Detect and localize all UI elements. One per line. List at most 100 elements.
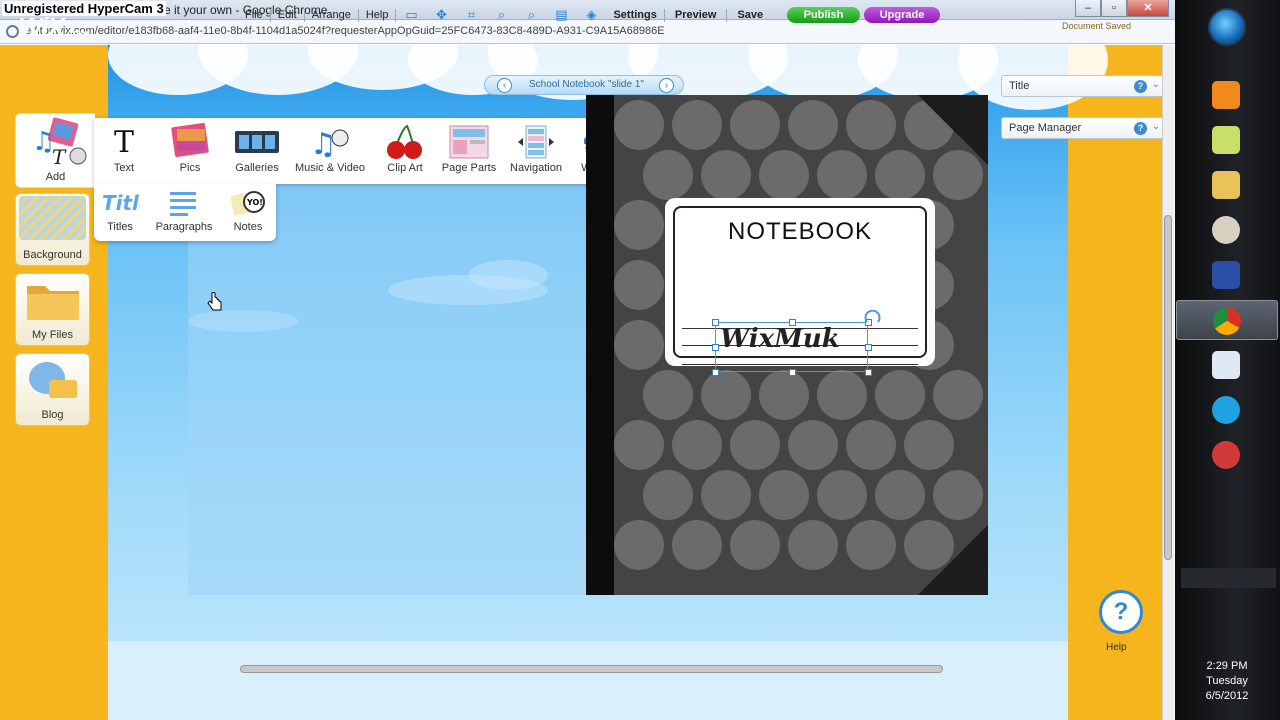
background-icon bbox=[19, 196, 86, 240]
resize-handle[interactable] bbox=[865, 344, 872, 351]
paragraphs-icon bbox=[170, 192, 196, 216]
comment-icon[interactable]: ▭ bbox=[403, 8, 419, 22]
hand-cursor-icon bbox=[207, 292, 222, 311]
record-icon bbox=[1212, 441, 1240, 469]
horizontal-scrollbar[interactable] bbox=[240, 665, 943, 673]
menu-edit[interactable]: Edit bbox=[271, 9, 304, 21]
resize-handle[interactable] bbox=[712, 319, 719, 326]
vertical-scrollbar[interactable] bbox=[1164, 215, 1172, 560]
help-label: Help bbox=[1106, 642, 1127, 653]
maximize-button[interactable]: ▫ bbox=[1101, 0, 1127, 17]
add-clip-art-item[interactable]: Clip Art bbox=[382, 122, 428, 174]
add-music-video-label: Music & Video bbox=[294, 162, 366, 174]
next-page-button[interactable]: › bbox=[659, 78, 674, 93]
resize-handle[interactable] bbox=[789, 319, 796, 326]
resize-handle[interactable] bbox=[712, 369, 719, 376]
close-button[interactable]: ✕ bbox=[1127, 0, 1169, 17]
add-music-video-item[interactable]: ♫ Music & Video bbox=[292, 122, 368, 174]
menu-help[interactable]: Help bbox=[359, 9, 396, 21]
paint-icon bbox=[1212, 216, 1240, 244]
taskbar-explorer[interactable] bbox=[1176, 165, 1278, 205]
publish-button[interactable]: Publish bbox=[787, 7, 860, 23]
settings-button[interactable]: Settings bbox=[606, 9, 663, 21]
recorder-controls[interactable] bbox=[1181, 568, 1276, 588]
clip-art-icon bbox=[387, 124, 422, 159]
paragraphs-item[interactable]: Paragraphs bbox=[152, 188, 216, 233]
wix-logo[interactable]: WiX.com bbox=[18, 12, 89, 43]
music-video-icon: ♫ bbox=[310, 127, 349, 160]
chevron-down-icon[interactable]: ⌄ bbox=[1152, 79, 1160, 90]
notes-item[interactable]: YO! Notes bbox=[228, 188, 268, 233]
add-galleries-item[interactable]: Galleries bbox=[228, 122, 286, 174]
mobile-icon[interactable]: ◈ bbox=[583, 8, 599, 22]
wix-logo-suffix: .com bbox=[63, 28, 89, 38]
add-navigation-item[interactable]: Navigation bbox=[506, 122, 566, 174]
notebook-title[interactable]: NOTEBOOK bbox=[665, 218, 935, 246]
question-icon: ? bbox=[1113, 598, 1129, 625]
taskbar-word[interactable] bbox=[1176, 345, 1278, 385]
selection-box[interactable] bbox=[715, 322, 868, 372]
media-player-icon bbox=[1212, 81, 1240, 109]
clock-date[interactable]: 6/5/2012 bbox=[1176, 690, 1278, 702]
taskbar-skype[interactable] bbox=[1176, 390, 1278, 430]
fit-icon[interactable]: ⌗ bbox=[463, 8, 479, 22]
taskbar-media-player[interactable] bbox=[1176, 75, 1278, 115]
titles-item[interactable]: Title Titles bbox=[100, 188, 152, 233]
page-manager-panel[interactable]: Page Manager ? ⌄ bbox=[1001, 117, 1165, 139]
notes-icon: YO! bbox=[230, 191, 265, 216]
window-controls: – ▫ ✕ bbox=[1075, 0, 1169, 17]
add-text-label: Text bbox=[113, 162, 135, 174]
zoom-in-icon[interactable]: ⌕ bbox=[493, 8, 509, 22]
svg-text:T: T bbox=[52, 145, 67, 168]
text-icon: T bbox=[113, 124, 134, 160]
add-page-parts-item[interactable]: Page Parts bbox=[439, 122, 499, 174]
skype-icon bbox=[1212, 396, 1240, 424]
upgrade-button[interactable]: Upgrade bbox=[864, 7, 940, 23]
chevron-down-icon[interactable]: ⌄ bbox=[1152, 121, 1160, 132]
zoom-out-icon[interactable]: ⌕ bbox=[523, 8, 539, 22]
resize-handle[interactable] bbox=[865, 369, 872, 376]
page-parts-icon bbox=[449, 125, 489, 159]
resize-handle[interactable] bbox=[789, 369, 796, 376]
menu-file[interactable]: File bbox=[238, 9, 270, 21]
blog-icon bbox=[29, 362, 77, 398]
titles-label: Titles bbox=[107, 221, 133, 233]
title-panel[interactable]: Title ? ⌄ bbox=[1001, 75, 1165, 97]
help-button[interactable]: ? bbox=[1099, 590, 1143, 634]
preview-button[interactable]: Preview bbox=[665, 9, 727, 21]
chrome-icon bbox=[1213, 307, 1241, 335]
taskbar-notes[interactable] bbox=[1176, 120, 1278, 160]
clock-time[interactable]: 2:29 PM bbox=[1176, 660, 1278, 672]
help-icon[interactable]: ? bbox=[1134, 122, 1147, 135]
url-text[interactable]: editor.wix.com/editor/e183fb68-aaf4-11e0… bbox=[25, 25, 665, 37]
rotate-icon[interactable] bbox=[864, 310, 882, 326]
clock-day[interactable]: Tuesday bbox=[1176, 675, 1278, 687]
move-icon[interactable]: ✥ bbox=[433, 8, 449, 22]
taskbar-chrome[interactable] bbox=[1176, 300, 1278, 340]
add-pics-item[interactable]: Pics bbox=[160, 122, 220, 174]
add-text-item[interactable]: T Text bbox=[104, 122, 144, 175]
menu-arrange[interactable]: Arrange bbox=[305, 9, 358, 21]
blog-button[interactable]: Blog bbox=[15, 353, 90, 426]
save-button[interactable]: Save bbox=[727, 9, 773, 21]
taskbar-paint[interactable] bbox=[1176, 210, 1278, 250]
page-name[interactable]: School Notebook "slide 1" bbox=[529, 79, 644, 90]
folder-icon bbox=[27, 286, 79, 320]
camera-icon bbox=[1212, 261, 1240, 289]
wix-logo-text: WiX bbox=[18, 12, 65, 42]
resize-handle[interactable] bbox=[712, 344, 719, 351]
minimize-button[interactable]: – bbox=[1075, 0, 1101, 17]
start-button[interactable] bbox=[1208, 8, 1246, 46]
taskbar-recorder[interactable] bbox=[1176, 435, 1278, 475]
footer-band bbox=[108, 641, 1068, 720]
taskbar-camera[interactable] bbox=[1176, 255, 1278, 295]
prev-page-button[interactable]: ‹ bbox=[497, 78, 512, 93]
add-page-parts-label: Page Parts bbox=[441, 162, 497, 174]
add-button[interactable]: ♫ T Add bbox=[15, 113, 95, 188]
grid-icon[interactable]: ▤ bbox=[553, 8, 569, 22]
background-button[interactable]: Background bbox=[15, 193, 90, 266]
notes-label: Notes bbox=[233, 221, 263, 233]
svg-text:YO!: YO! bbox=[246, 198, 263, 207]
help-icon[interactable]: ? bbox=[1134, 80, 1147, 93]
my-files-button[interactable]: My Files bbox=[15, 273, 90, 346]
